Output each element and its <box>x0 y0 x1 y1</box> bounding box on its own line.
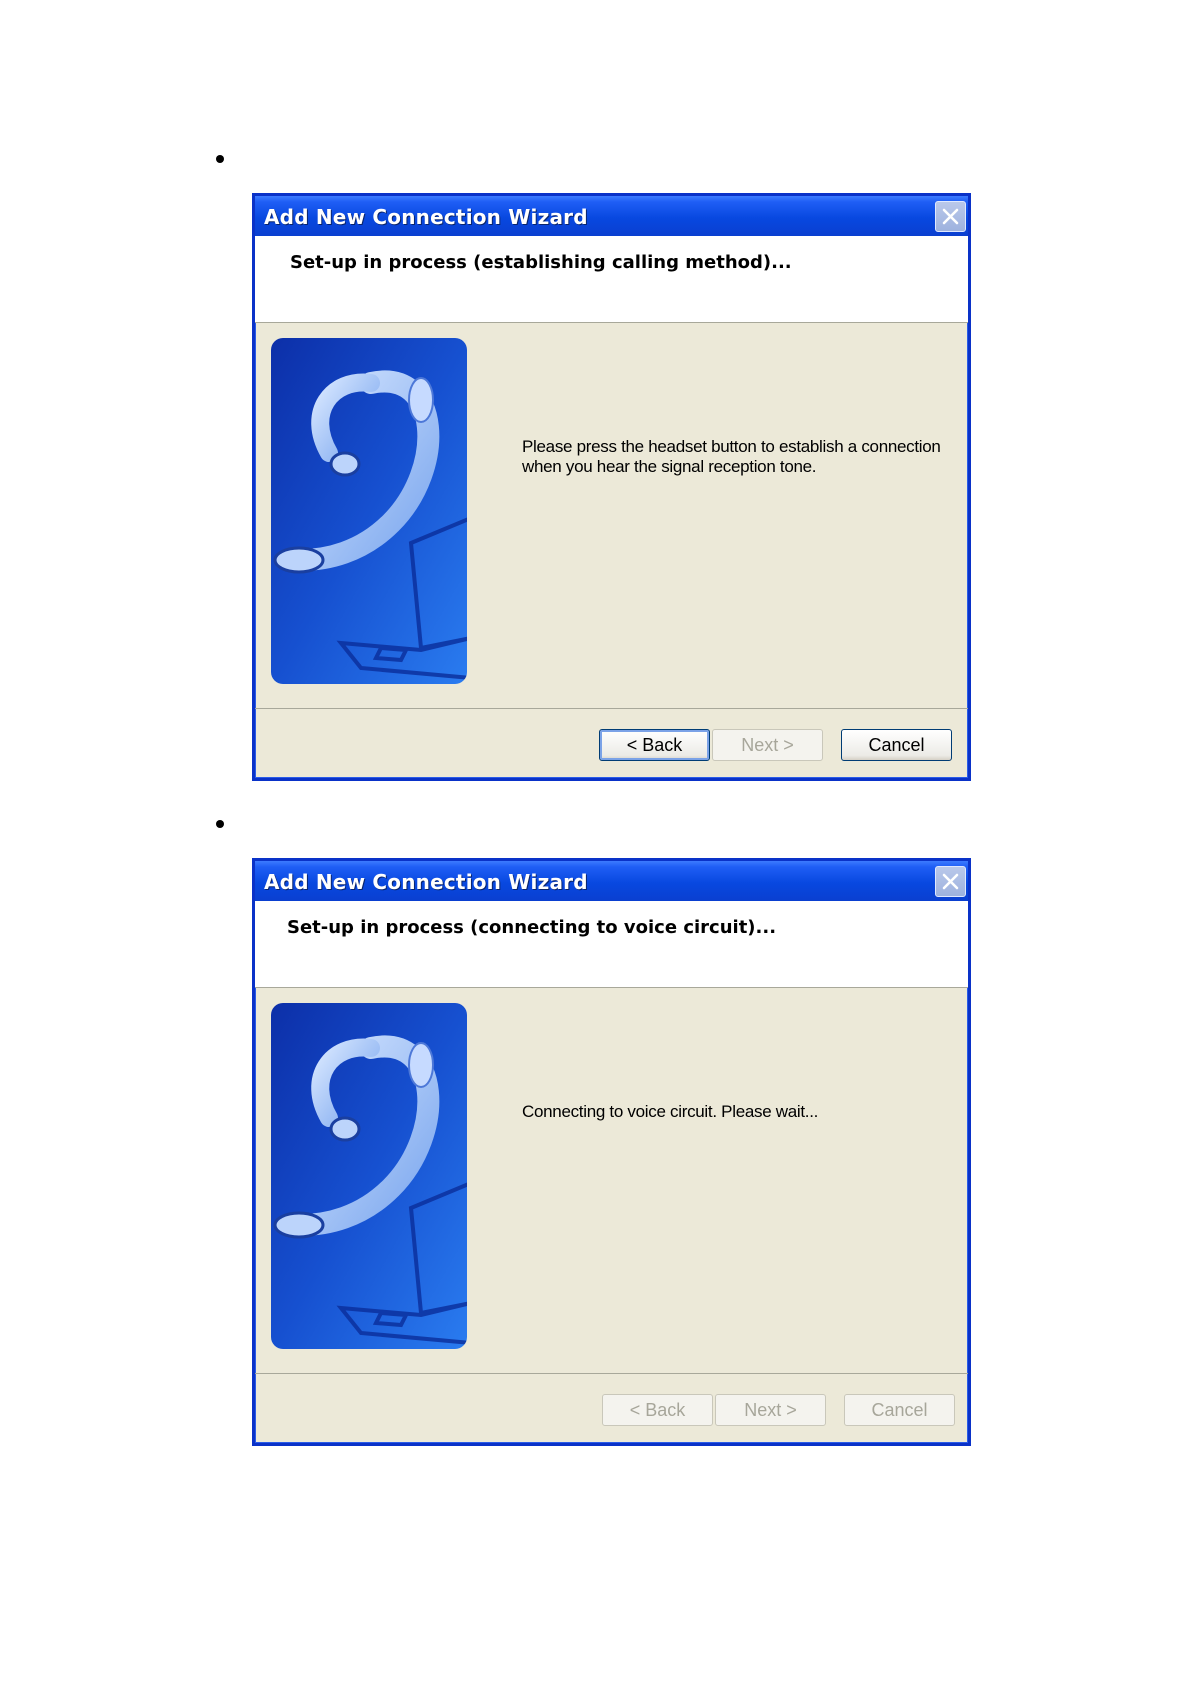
bullet-2 <box>216 820 224 828</box>
headset-illustration <box>271 1003 467 1349</box>
wizard-content: Please press the headset button to estab… <box>255 323 968 709</box>
close-button[interactable] <box>935 866 966 897</box>
wizard-dialog-2: Add New Connection Wizard Set-up in proc… <box>252 858 971 1446</box>
headset-illustration <box>271 338 467 684</box>
next-button[interactable]: Next > <box>715 1394 826 1426</box>
title-bar[interactable]: Add New Connection Wizard <box>255 861 968 901</box>
close-button[interactable] <box>935 201 966 232</box>
wizard-content: Connecting to voice circuit. Please wait… <box>255 988 968 1374</box>
window-title: Add New Connection Wizard <box>264 870 588 894</box>
wizard-header: Set-up in process (connecting to voice c… <box>255 901 968 988</box>
close-icon <box>942 873 959 890</box>
wizard-dialog-1: Add New Connection Wizard Set-up in proc… <box>252 193 971 781</box>
wizard-footer: < Back Next > Cancel <box>255 1374 968 1444</box>
back-button[interactable]: < Back <box>602 1394 713 1426</box>
title-bar[interactable]: Add New Connection Wizard <box>255 196 968 236</box>
cancel-button[interactable]: Cancel <box>841 729 952 761</box>
wizard-footer: < Back Next > Cancel <box>255 709 968 779</box>
message-text: Connecting to voice circuit. Please wait… <box>522 1102 819 1121</box>
cancel-button[interactable]: Cancel <box>844 1394 955 1426</box>
message-text: Please press the headset button to estab… <box>522 437 941 476</box>
bullet-1 <box>216 155 224 163</box>
close-icon <box>942 208 959 225</box>
header-title: Set-up in process (establishing calling … <box>290 252 792 273</box>
back-button[interactable]: < Back <box>599 729 710 761</box>
wizard-header: Set-up in process (establishing calling … <box>255 236 968 323</box>
header-title: Set-up in process (connecting to voice c… <box>287 917 777 938</box>
window-title: Add New Connection Wizard <box>264 205 588 229</box>
next-button[interactable]: Next > <box>712 729 823 761</box>
